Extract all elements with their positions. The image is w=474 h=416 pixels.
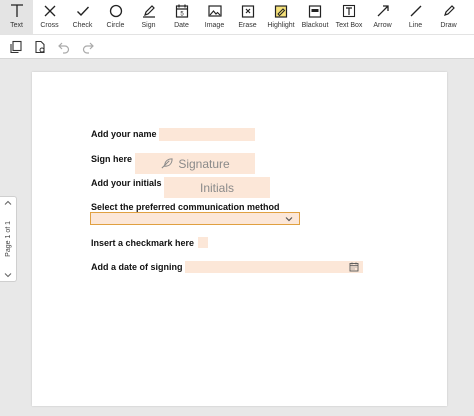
tool-blackout[interactable]: Blackout xyxy=(298,0,332,34)
draw-icon xyxy=(443,5,455,16)
tool-check[interactable]: Check xyxy=(66,0,99,34)
redo-button[interactable] xyxy=(76,36,100,58)
initials-label: Add your initials xyxy=(91,178,162,188)
top-toolbar: Text Cross Check Circle Sign 5 Date Imag… xyxy=(0,0,474,34)
tool-draw[interactable]: Draw xyxy=(432,0,465,34)
tool-label: Draw xyxy=(440,22,457,29)
checkmark-field[interactable] xyxy=(198,237,208,248)
tool-label: Line xyxy=(408,22,423,29)
pages-button[interactable] xyxy=(4,36,28,58)
highlighter-icon xyxy=(274,5,288,18)
secondary-toolbar xyxy=(0,34,474,59)
signature-field[interactable]: Signature xyxy=(135,153,255,174)
image-icon xyxy=(207,5,222,17)
tool-image[interactable]: Image xyxy=(198,0,231,34)
chevron-down-icon[interactable] xyxy=(4,271,12,279)
line-icon xyxy=(410,5,421,17)
tool-highlight[interactable]: Highlight xyxy=(264,0,298,34)
page-settings-icon xyxy=(35,40,45,53)
tool-line[interactable]: Line xyxy=(399,0,432,34)
communication-label: Select the preferred communication metho… xyxy=(91,202,280,212)
tool-label: Circle xyxy=(106,22,125,29)
sign-label: Sign here xyxy=(91,154,133,164)
tool-label: Cross xyxy=(40,22,59,29)
tool-date[interactable]: 5 Date xyxy=(165,0,198,34)
blackout-icon xyxy=(308,5,322,18)
chevron-up-icon[interactable] xyxy=(4,199,12,207)
calendar-icon[interactable] xyxy=(349,262,359,272)
document-page: Add your name Sign here Signature Add yo… xyxy=(32,72,447,406)
name-label: Add your name xyxy=(91,129,157,139)
page-indicator: Page 1 of 1 xyxy=(4,221,12,257)
initials-placeholder: Initials xyxy=(199,180,234,195)
page-settings-button[interactable] xyxy=(28,36,52,58)
eraser-icon xyxy=(241,5,254,18)
tool-arrow[interactable]: Arrow xyxy=(366,0,399,34)
tool-erase[interactable]: Erase xyxy=(231,0,264,34)
name-field[interactable] xyxy=(159,128,255,141)
tool-label: Check xyxy=(72,22,93,29)
tool-label: Blackout xyxy=(301,22,329,29)
tool-sign[interactable]: Sign xyxy=(132,0,165,34)
tool-label: Sign xyxy=(141,22,156,29)
redo-icon xyxy=(82,42,94,54)
pages-icon xyxy=(10,40,22,53)
tool-label: Erase xyxy=(238,22,257,29)
tool-circle[interactable]: Circle xyxy=(99,0,132,34)
feather-icon xyxy=(161,158,173,169)
tool-text[interactable]: Text xyxy=(0,0,33,34)
calendar-icon: 5 xyxy=(175,4,188,18)
text-icon xyxy=(10,4,23,17)
checkmark-label: Insert a checkmark here xyxy=(91,238,195,248)
communication-select[interactable] xyxy=(90,212,300,225)
arrow-icon xyxy=(377,5,389,17)
date-label: Add a date of signing xyxy=(91,262,183,272)
undo-button[interactable] xyxy=(52,36,76,58)
pen-icon xyxy=(142,5,155,18)
date-field[interactable] xyxy=(185,261,363,273)
check-icon xyxy=(76,6,89,17)
tool-label: Text Box xyxy=(335,22,363,29)
undo-icon xyxy=(58,42,70,54)
circle-icon xyxy=(109,4,122,18)
tool-label: Date xyxy=(174,22,189,29)
chevron-down-icon xyxy=(285,217,293,222)
tool-cross[interactable]: Cross xyxy=(33,0,66,34)
initials-field[interactable]: Initials xyxy=(164,177,270,198)
textbox-icon xyxy=(342,4,356,18)
tool-label: Arrow xyxy=(373,22,392,29)
tool-label: Text xyxy=(10,22,23,29)
cross-icon xyxy=(44,5,55,17)
tool-text-box[interactable]: Text Box xyxy=(332,0,366,34)
signature-placeholder: Signature xyxy=(178,156,230,171)
page-navigator: Page 1 of 1 xyxy=(0,196,17,282)
tool-label: Image xyxy=(204,22,225,29)
tool-label: Highlight xyxy=(267,22,295,29)
